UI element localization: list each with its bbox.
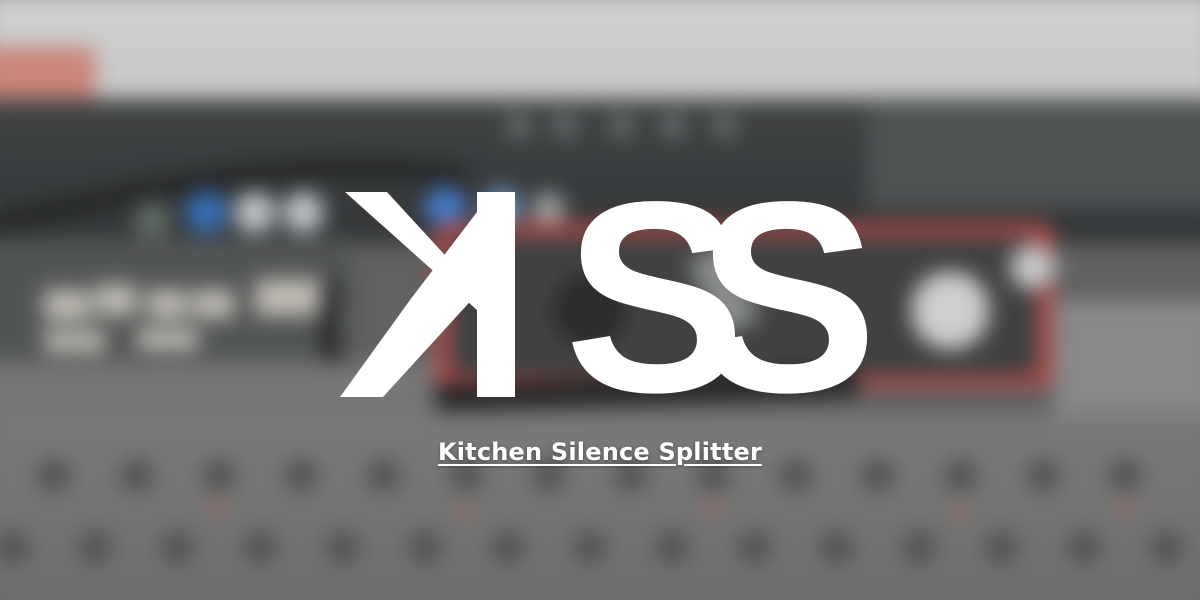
hero-banner: S S Kitchen Silence Splitter: [0, 0, 1200, 600]
logo-letter-s-2: S: [696, 145, 877, 449]
kss-logo-mark-icon: S S: [340, 145, 878, 449]
logo-letter-k: [340, 192, 515, 397]
kss-logo: S S: [335, 145, 878, 449]
banner-subtitle[interactable]: Kitchen Silence Splitter: [0, 438, 1200, 466]
